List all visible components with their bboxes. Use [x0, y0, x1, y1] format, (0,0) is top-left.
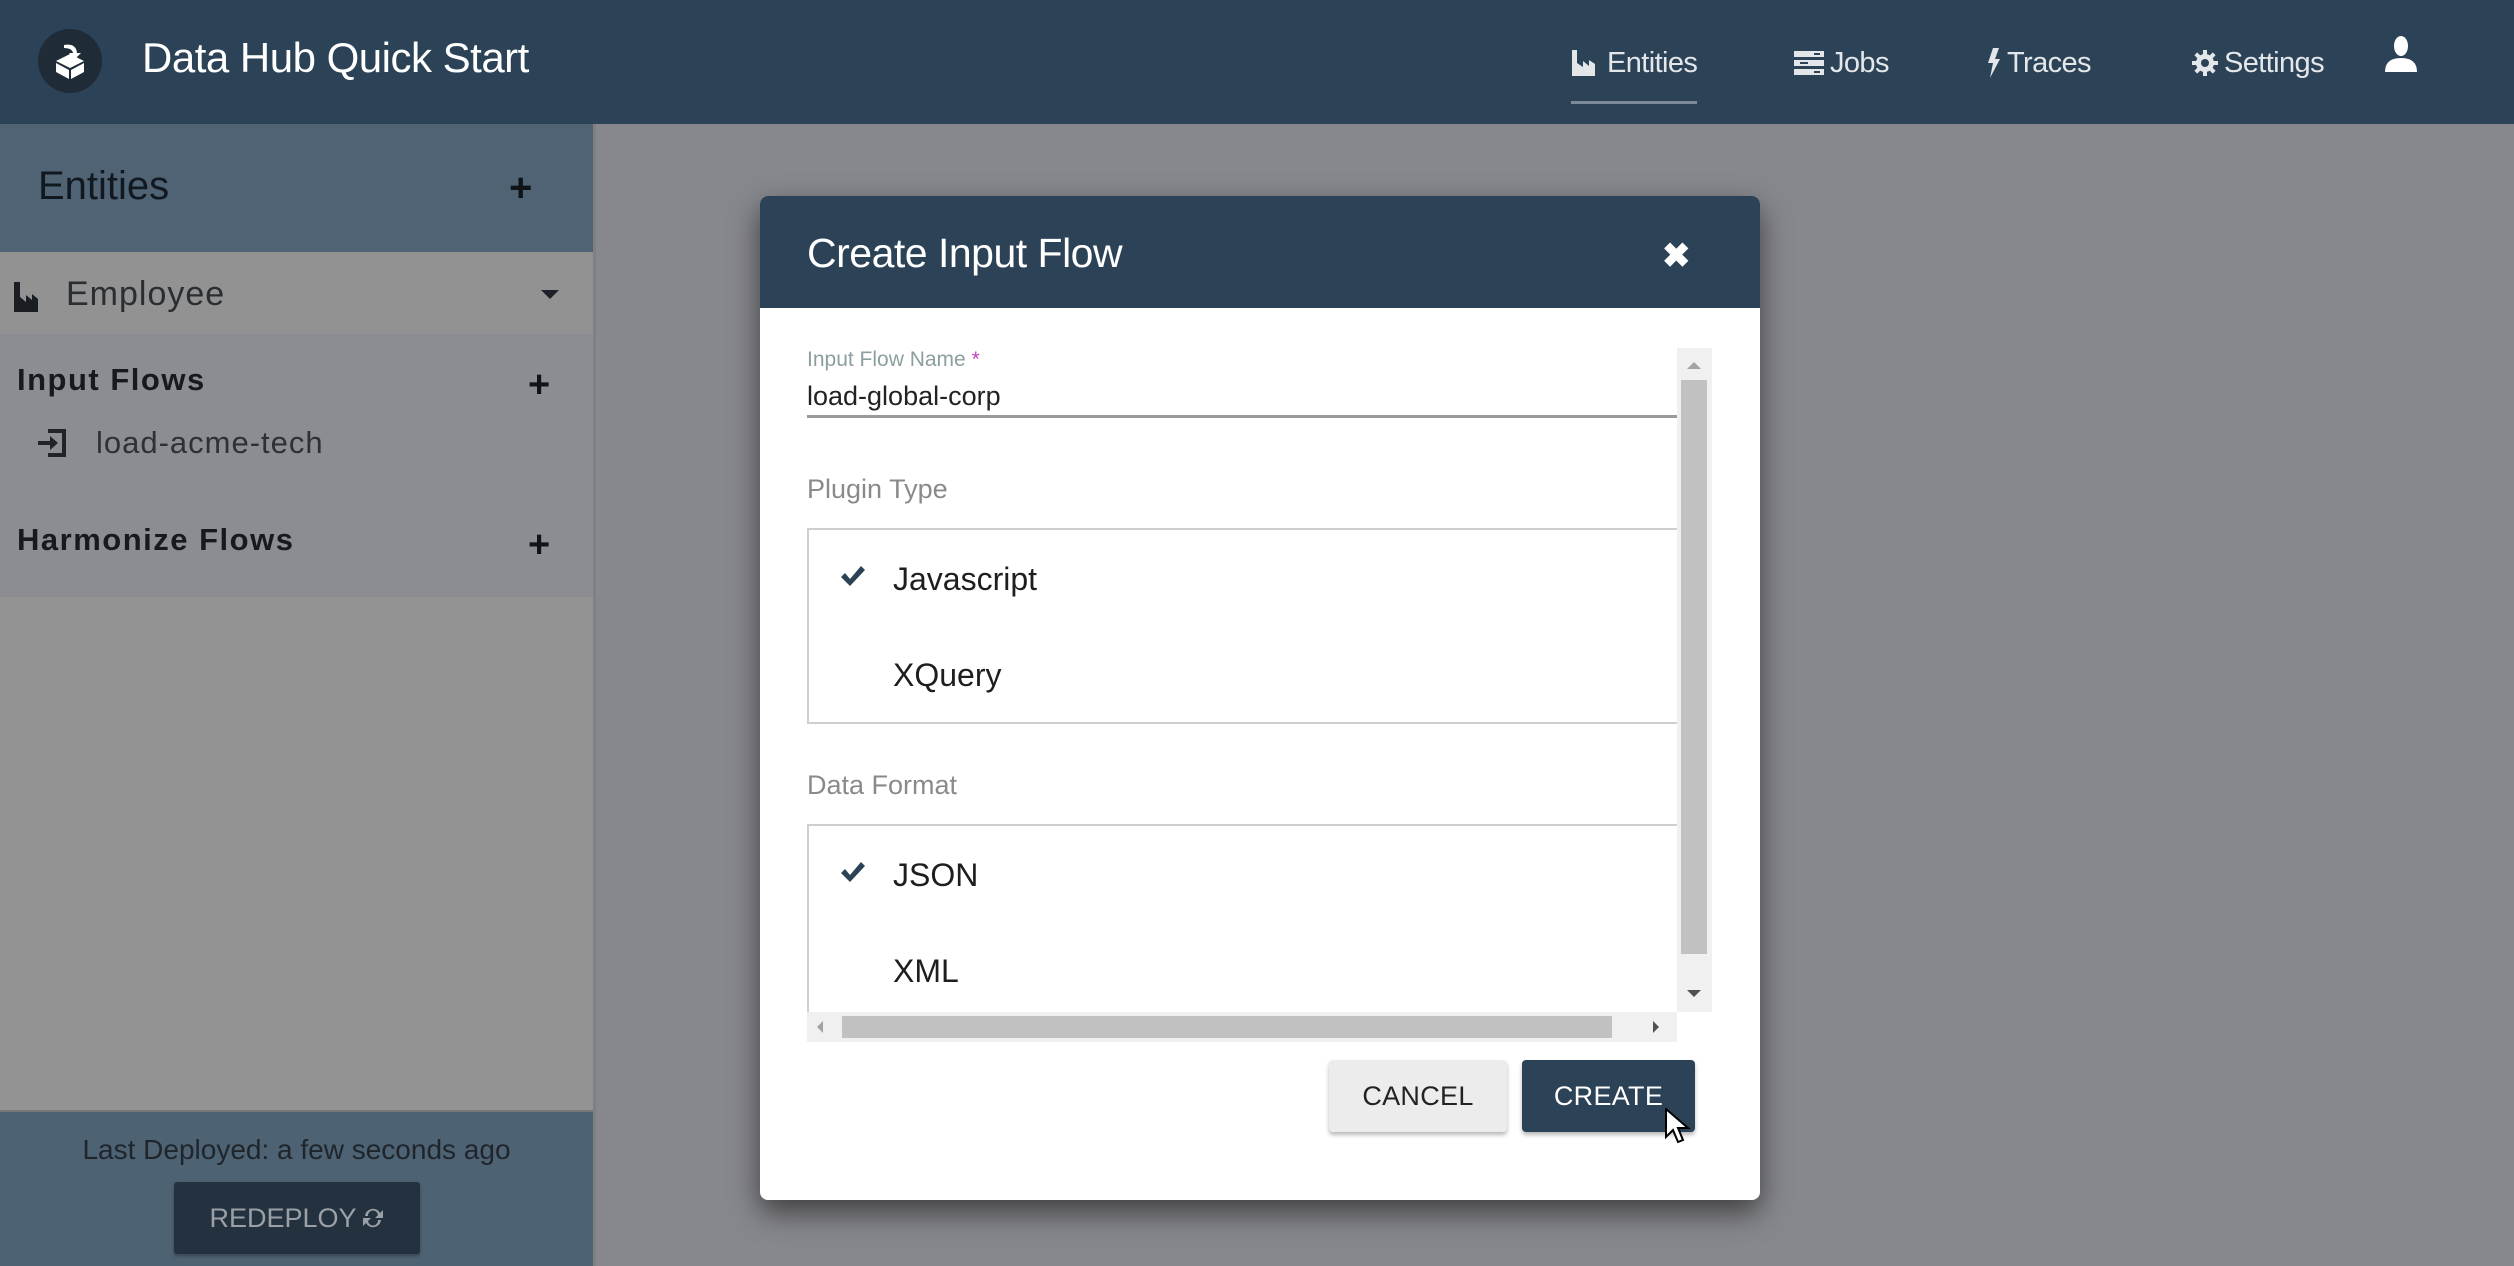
harmonize-flows-title: Harmonize Flows	[17, 522, 295, 557]
input-flows-title: Input Flows	[17, 362, 206, 397]
create-button[interactable]: CREATE	[1522, 1060, 1695, 1132]
plugin-type-list: Javascript XQuery	[807, 528, 1677, 724]
vertical-scroll-thumb[interactable]	[1681, 380, 1707, 954]
horizontal-scroll-thumb[interactable]	[842, 1016, 1612, 1038]
redeploy-label: REDEPLOY	[209, 1202, 357, 1233]
close-icon: ✖	[1662, 237, 1691, 275]
horizontal-scrollbar[interactable]	[807, 1012, 1677, 1042]
input-flow-name-input[interactable]	[807, 378, 1677, 418]
nav-settings[interactable]: Settings	[2192, 38, 2325, 88]
cancel-button[interactable]: CANCEL	[1329, 1060, 1507, 1132]
option-label: XQuery	[893, 657, 1002, 693]
dialog-header: Create Input Flow ✖	[760, 196, 1760, 308]
add-harmonize-flow-button[interactable]: +	[528, 526, 550, 564]
deploy-footer: Last Deployed: a few seconds ago REDEPLO…	[0, 1110, 593, 1266]
dialog-body: Input Flow Name * Plugin Type Javascript…	[807, 348, 1722, 1042]
refresh-icon	[362, 1208, 383, 1228]
field-label-text: Input Flow Name	[807, 348, 966, 371]
sidebar: Entities + Employee Input Flows + load-a…	[0, 124, 596, 1266]
factory-chart-icon	[1572, 50, 1595, 76]
add-input-flow-button[interactable]: +	[528, 366, 550, 404]
plus-icon: +	[528, 524, 551, 566]
flows-section: Input Flows + load-acme-tech Harmonize F…	[0, 334, 593, 597]
entity-item-employee[interactable]: Employee	[0, 252, 593, 334]
sidebar-header: Entities +	[0, 124, 593, 252]
lightning-bolt-icon	[1988, 48, 2000, 78]
option-label: Javascript	[893, 561, 1038, 597]
format-option-xml[interactable]: XML	[809, 922, 1677, 1018]
vertical-scrollbar[interactable]	[1677, 348, 1712, 1012]
plugin-type-label: Plugin Type	[807, 474, 948, 504]
required-mark: *	[971, 348, 980, 371]
add-entity-button[interactable]: +	[509, 168, 532, 208]
nav-entities-label: Entities	[1607, 46, 1698, 79]
last-deployed-text: Last Deployed: a few seconds ago	[82, 1134, 511, 1165]
scroll-left-arrow-icon[interactable]	[817, 1021, 823, 1033]
data-format-label: Data Format	[807, 770, 958, 800]
option-label: XML	[893, 953, 959, 989]
dialog-scroll-area: Input Flow Name * Plugin Type Javascript…	[807, 348, 1677, 1042]
scroll-down-arrow-icon[interactable]	[1687, 990, 1701, 997]
gear-icon	[2192, 50, 2218, 76]
nav-jobs-label: Jobs	[1830, 46, 1889, 79]
nav-entities[interactable]: Entities	[1571, 38, 1698, 104]
caret-down-icon[interactable]	[541, 290, 559, 299]
input-flow-item[interactable]: load-acme-tech	[36, 425, 324, 461]
entity-label: Employee	[66, 275, 226, 313]
data-format-list: JSON XML	[807, 824, 1677, 1024]
plugin-option-xquery[interactable]: XQuery	[809, 626, 1677, 722]
scroll-up-arrow-icon[interactable]	[1687, 362, 1701, 369]
format-option-json[interactable]: JSON	[809, 826, 1677, 922]
plugin-option-javascript[interactable]: Javascript	[809, 530, 1677, 626]
nav-traces-label: Traces	[2007, 46, 2092, 79]
input-flow-name-label: Input Flow Name *	[807, 348, 980, 372]
plus-icon: +	[528, 364, 551, 406]
nav-settings-label: Settings	[2224, 46, 2325, 79]
top-navbar: Data Hub Quick Start Entities Jobs Trace…	[0, 0, 2514, 124]
sign-in-icon	[38, 429, 66, 457]
user-icon[interactable]	[2384, 36, 2418, 77]
check-icon	[841, 566, 865, 586]
input-flow-label: load-acme-tech	[96, 425, 324, 460]
server-stack-icon	[1794, 51, 1824, 75]
nav-traces[interactable]: Traces	[1987, 38, 2092, 88]
sidebar-title: Entities	[38, 164, 170, 208]
nav-jobs[interactable]: Jobs	[1794, 38, 1889, 88]
dialog-title: Create Input Flow	[807, 230, 1123, 276]
box-arrow-logo-icon[interactable]	[38, 29, 102, 93]
option-label: JSON	[893, 857, 979, 893]
factory-chart-icon	[14, 282, 38, 312]
redeploy-button[interactable]: REDEPLOY	[174, 1182, 420, 1254]
app-title[interactable]: Data Hub Quick Start	[142, 34, 529, 82]
scroll-right-arrow-icon[interactable]	[1653, 1021, 1659, 1033]
close-button[interactable]: ✖	[1662, 236, 1691, 276]
plus-icon: +	[509, 166, 533, 210]
create-input-flow-dialog: Create Input Flow ✖ Input Flow Name * Pl…	[760, 196, 1760, 1200]
check-icon	[841, 862, 865, 882]
